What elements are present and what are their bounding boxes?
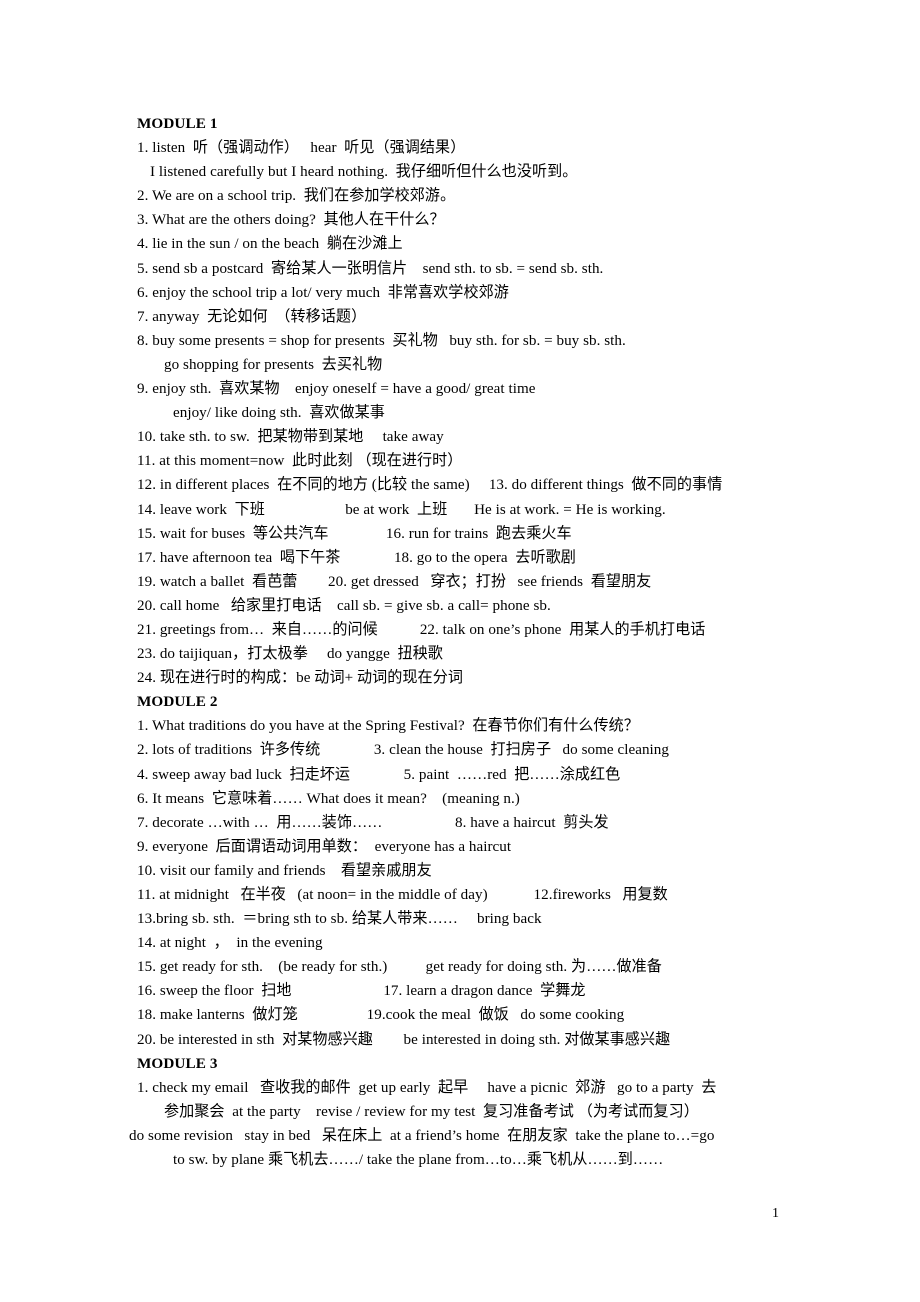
entry-line: 2. We are on a school trip. 我们在参加学校郊游。 <box>137 188 456 205</box>
entry-line: 13.bring sb. sth. ＝bring sth to sb. 给某人带… <box>137 911 542 928</box>
entry-line: 17. have afternoon tea 喝下午茶 18. go to th… <box>137 549 576 566</box>
module-heading: MODULE 3 <box>137 1054 218 1072</box>
page-number: 1 <box>772 1206 779 1221</box>
entry-line: go shopping for presents 去买礼物 <box>164 356 383 373</box>
entry-line: 11. at this moment=now 此时此刻 （现在进行时） <box>137 453 463 470</box>
entry-line: enjoy/ like doing sth. 喜欢做某事 <box>173 405 385 422</box>
entry-line: to sw. by plane 乘飞机去……/ take the plane f… <box>173 1152 664 1169</box>
entry-line: 7. anyway 无论如何 （转移话题） <box>137 308 367 325</box>
entry-line: 14. leave work 下班 be at work 上班 He is at… <box>137 501 666 518</box>
entry-line: 10. visit our family and friends 看望亲戚朋友 <box>137 862 432 879</box>
entry-line: 12. in different places 在不同的地方 (比较 the s… <box>137 477 723 494</box>
entry-line: 2. lots of traditions 许多传统 3. clean the … <box>137 742 669 759</box>
entry-line: 1. check my email 查收我的邮件 get up early 起早… <box>137 1079 717 1096</box>
entry-line: do some revision stay in bed 呆在床上 at a f… <box>129 1127 715 1144</box>
entry-line: I listened carefully but I heard nothing… <box>150 164 578 181</box>
entry-line: 10. take sth. to sw. 把某物带到某地 take away <box>137 429 444 446</box>
entry-line: 6. enjoy the school trip a lot/ very muc… <box>137 284 509 301</box>
entry-line: 15. wait for buses 等公共汽车 16. run for tra… <box>137 525 572 542</box>
entry-line: 20. be interested in sth 对某物感兴趣 be inter… <box>137 1031 671 1048</box>
entry-line: 6. It means 它意味着…… What does it mean? (m… <box>137 790 520 807</box>
entry-line: 1. listen 听（强调动作） hear 听见（强调结果） <box>137 140 466 157</box>
document-page: MODULE 1 1. listen 听（强调动作） hear 听见（强调结果） I… <box>0 0 920 1302</box>
entry-line: 15. get ready for sth. (be ready for sth… <box>137 959 662 976</box>
entry-line: 16. sweep the floor 扫地 17. learn a drago… <box>137 983 586 1000</box>
entry-line: 4. sweep away bad luck 扫走坏运 5. paint ……r… <box>137 766 621 783</box>
entry-line: 14. at night ， in the evening <box>137 935 323 952</box>
entry-line: 20. call home 给家里打电话 call sb. = give sb.… <box>137 597 551 614</box>
entry-line: 1. What traditions do you have at the Sp… <box>137 718 639 735</box>
entry-line: 9. everyone 后面谓语动词用单数： everyone has a ha… <box>137 838 512 855</box>
entry-line: 23. do taijiquan，打太极拳 do yangge 扭秧歌 <box>137 646 443 663</box>
entry-line: 3. What are the others doing? 其他人在干什么？ <box>137 212 445 229</box>
module-heading: MODULE 1 <box>137 115 218 132</box>
entry-line: 7. decorate …with … 用……装饰…… 8. have a ha… <box>137 814 609 831</box>
entry-line: 11. at midnight 在半夜 (at noon= in the mid… <box>137 887 668 903</box>
entry-line: 9. enjoy sth. 喜欢某物 enjoy oneself = have … <box>137 381 536 398</box>
entry-line: 8. buy some presents = shop for presents… <box>137 332 626 349</box>
entry-line: 4. lie in the sun / on the beach 躺在沙滩上 <box>137 236 403 253</box>
entry-line: 5. send sb a postcard 寄给某人一张明信片 send sth… <box>137 260 604 277</box>
entry-line: 24. 现在进行时的构成：be 动词+ 动词的现在分词 <box>137 670 463 687</box>
entry-line: 19. watch a ballet 看芭蕾 20. get dressed 穿… <box>137 573 652 590</box>
entry-line: 21. greetings from… 来自……的问候 22. talk on … <box>137 621 706 638</box>
document-body: MODULE 1 1. listen 听（强调动作） hear 听见（强调结果） I… <box>129 112 837 1172</box>
entry-line: 18. make lanterns 做灯笼 19.cook the meal 做… <box>137 1007 625 1024</box>
entry-line: 参加聚会 at the party revise / review for my… <box>164 1103 699 1120</box>
module-heading: MODULE 2 <box>137 693 218 711</box>
